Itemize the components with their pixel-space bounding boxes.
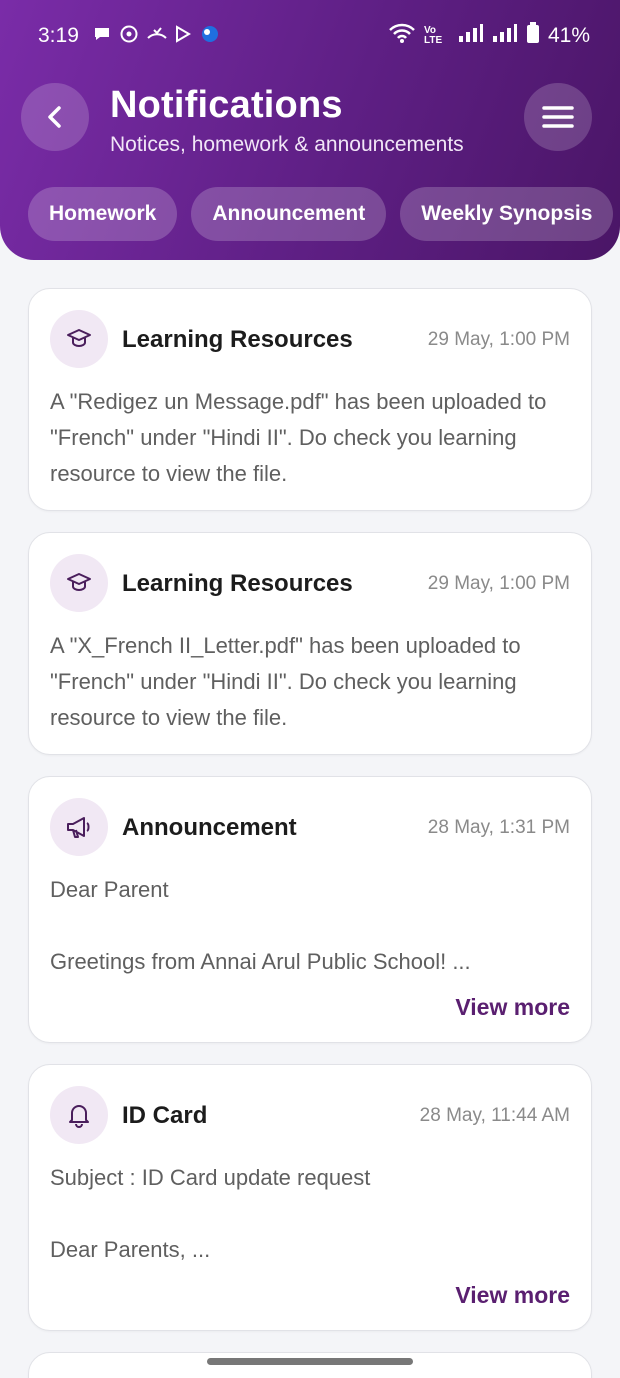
megaphone-icon [50,798,108,856]
status-right: Vo LTE 41% [388,22,590,50]
signal-icon-2 [492,23,518,49]
battery-level: 41% [547,24,590,47]
notification-body: Subject : ID Card update request Dear Pa… [50,1160,570,1268]
notification-text-line: Dear Parents, ... [50,1237,211,1262]
whatsapp-icon [119,24,139,44]
menu-button[interactable] [524,83,592,151]
notification-text: A "Redigez un Message.pdf" has been uplo… [50,389,547,486]
notification-text-line: Dear Parent [50,877,169,902]
notification-body: A "Redigez un Message.pdf" has been uplo… [50,384,570,492]
chevron-left-icon [48,106,61,128]
notification-body: Dear Parent Greetings from Annai Arul Pu… [50,872,570,980]
notification-time: 28 May, 1:31 PM [427,817,570,838]
notification-time: 29 May, 1:00 PM [427,573,570,594]
back-button[interactable] [21,83,89,151]
hamburger-menu-icon [542,106,574,128]
filter-chip-weekly-synopsis[interactable]: Weekly Synopsis [400,187,614,241]
filter-chip-homework[interactable]: Homework [28,187,178,241]
notification-card[interactable]: ID Card 28 May, 11:44 AM Subject : ID Ca… [28,1064,592,1331]
notification-title: Learning Resources [122,570,353,597]
home-indicator[interactable] [207,1358,413,1365]
page-subtitle: Notices, homework & announcements [110,133,464,156]
bell-icon [50,1086,108,1144]
notification-time: 29 May, 1:00 PM [427,329,570,350]
signal-icon-1 [458,23,484,49]
app-badge-icon [200,24,220,44]
status-bar: 3:19 Vo LTE 41% [0,0,620,72]
filter-chip-announcement[interactable]: Announcement [191,187,387,241]
notification-icons [92,24,220,44]
notification-text-line: Subject : ID Card update request [50,1165,371,1190]
chat-icon [92,24,112,44]
volte-label: Vo LTE [423,25,443,46]
graduation-cap-icon [50,310,108,368]
notification-time: 28 May, 11:44 AM [419,1105,570,1126]
page-title: Notifications [110,84,343,126]
notification-title: Announcement [122,814,297,841]
notification-card[interactable]: Learning Resources 29 May, 1:00 PM A "X_… [28,532,592,755]
view-more-link[interactable]: View more [455,994,570,1021]
notification-card[interactable] [28,1352,592,1378]
notification-body: A "X_French II_Letter.pdf" has been uplo… [50,628,570,736]
play-store-icon [173,24,193,44]
filter-chips: Homework Announcement Weekly Synopsis [28,187,614,241]
notification-text: A "X_French II_Letter.pdf" has been uplo… [50,633,521,730]
notification-card[interactable]: Learning Resources 29 May, 1:00 PM A "Re… [28,288,592,511]
missed-call-icon [146,24,167,44]
notification-card[interactable]: Announcement 28 May, 1:31 PM Dear Parent… [28,776,592,1043]
notification-text-line: Greetings from Annai Arul Public School!… [50,949,471,974]
wifi-icon [388,22,416,50]
battery-icon [526,22,540,50]
app-header: 3:19 Vo LTE 41% Notifications Notices, h… [0,0,620,260]
notification-title: Learning Resources [122,326,353,353]
graduation-cap-icon [50,554,108,612]
notification-title: ID Card [122,1102,208,1129]
view-more-link[interactable]: View more [455,1282,570,1309]
status-time: 3:19 [38,24,79,47]
